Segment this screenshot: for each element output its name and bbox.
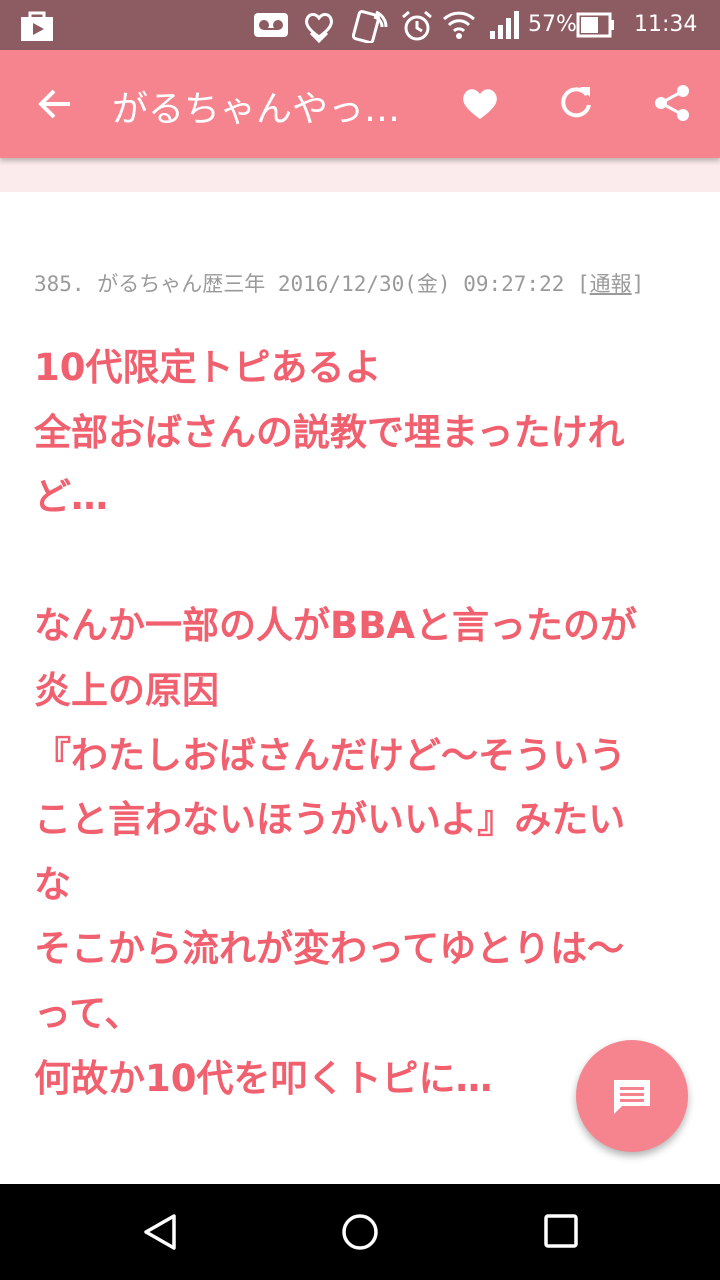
comment-meta-suffix: ] [631, 272, 645, 296]
app-toolbar: がるちゃんやっ… [0, 50, 720, 158]
wifi-icon [442, 9, 476, 45]
recents-square-icon[interactable] [542, 1212, 580, 1254]
comment-line: って、 [34, 991, 142, 1035]
heart-icon[interactable] [460, 85, 500, 125]
signal-icon [488, 9, 522, 45]
system-nav-bar [0, 1184, 720, 1280]
battery-percent: 57% [528, 12, 577, 37]
comment-meta: 385. がるちゃん歴三年 2016/12/30(金) 09:27:22 [通報… [34, 268, 644, 298]
comment-line: 『わたしおばさんだけど～そういう [34, 733, 626, 777]
previous-comment-strip [0, 158, 720, 192]
comment-line: そこから流れが変わってゆとりは～ [34, 927, 625, 971]
comment-line: 炎上の原因 [34, 668, 219, 712]
comment-line: 全部おばさんの説教で埋まったけれ [34, 410, 625, 454]
nfc-icon [351, 9, 388, 47]
heart-hands-icon [300, 9, 338, 47]
comment-line [34, 530, 684, 595]
comment-body: 10代限定トピあるよ 全部おばさんの説教で埋まったけれ ど… なんか一部の人がB… [34, 336, 684, 1111]
comment-meta-text: 385. がるちゃん歴三年 2016/12/30(金) 09:27:22 [ [34, 272, 590, 296]
page-title: がるちゃんやっ… [112, 89, 401, 130]
comment-line: 10代限定トピあるよ [34, 346, 382, 389]
comment-line: こと言わないほうがいいよ』みたい [34, 798, 626, 842]
comment-icon [612, 1078, 652, 1122]
home-circle-icon[interactable] [340, 1212, 380, 1256]
alarm-icon [400, 9, 434, 47]
status-bar: 57% 11:34 [0, 0, 720, 50]
comment-line: なんか一部の人がBBAと言ったのが [34, 604, 638, 648]
comment-fab-button[interactable] [576, 1040, 688, 1152]
clock-time: 11:34 [634, 12, 698, 37]
comment-line: な [34, 862, 71, 906]
comment-line: ど… [34, 475, 108, 519]
voicemail-icon [252, 9, 290, 45]
battery-icon [576, 9, 616, 45]
share-icon[interactable] [652, 83, 692, 127]
store-icon [18, 9, 56, 47]
refresh-icon[interactable] [556, 83, 596, 127]
back-triangle-icon[interactable] [140, 1212, 180, 1256]
report-link[interactable]: 通報 [590, 272, 632, 296]
back-arrow-icon[interactable] [34, 84, 74, 128]
